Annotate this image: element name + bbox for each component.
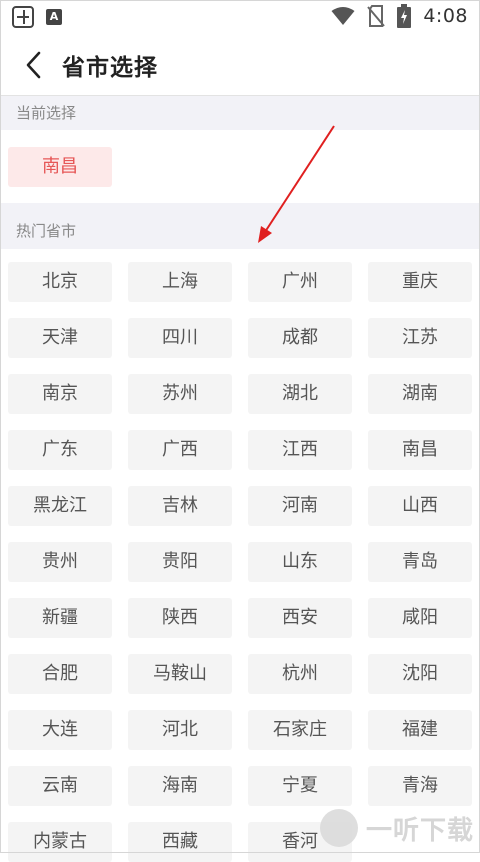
header: 省市选择 xyxy=(0,34,480,96)
battery-charging-icon xyxy=(397,4,412,28)
city-chip[interactable]: 山东 xyxy=(248,542,352,582)
hot-cities-grid: 北京 上海 广州 重庆 天津 四川 成都 江苏 南京 苏州 湖北 湖南 广东 广西 江西 南昌 黑龙江 吉林 河南山… xyxy=(8,262,474,862)
city-chip[interactable]: 北京 xyxy=(8,262,112,302)
back-button[interactable] xyxy=(18,48,52,82)
city-chip[interactable]: 云南 xyxy=(8,766,112,806)
chevron-left-icon xyxy=(26,51,41,79)
status-left-icons: A xyxy=(12,6,62,28)
city-chip[interactable]: 贵阳 xyxy=(128,542,232,582)
watermark-logo-icon xyxy=(319,809,358,847)
city-chip[interactable]: 青岛 xyxy=(368,542,472,582)
city-chip[interactable]: 河北 xyxy=(128,710,232,750)
city-chip[interactable]: 沈阳 xyxy=(368,654,472,694)
city-chip[interactable]: 江西 xyxy=(248,430,352,470)
city-chip[interactable]: 石家庄 xyxy=(248,710,352,750)
city-chip[interactable]: 广西 xyxy=(128,430,232,470)
city-chip[interactable]: 西安 xyxy=(248,598,352,638)
status-right-icons: 4:08 xyxy=(331,4,468,28)
city-chip[interactable]: 江苏 xyxy=(368,318,472,358)
city-chip[interactable]: 南昌 xyxy=(368,430,472,470)
watermark-text: 一听下载 xyxy=(365,815,474,846)
city-chip[interactable]: 上海 xyxy=(128,262,232,302)
city-chip[interactable]: 天津 xyxy=(8,318,112,358)
city-chip[interactable]: 湖北 xyxy=(248,374,352,414)
city-chip[interactable]: 福建 xyxy=(368,710,472,750)
page-title: 省市选择 xyxy=(62,55,158,81)
city-chip[interactable]: 湖南 xyxy=(368,374,472,414)
city-chip[interactable]: 宁夏 xyxy=(248,766,352,806)
status-bar: A 4:08 xyxy=(0,0,480,34)
city-chip[interactable]: 河南 xyxy=(248,486,352,526)
city-chip[interactable]: 广东 xyxy=(8,430,112,470)
status-time: 4:08 xyxy=(423,5,468,27)
city-chip[interactable]: 西藏 xyxy=(128,822,232,862)
city-chip[interactable]: 新疆 xyxy=(8,598,112,638)
city-chip[interactable]: 广州 xyxy=(248,262,352,302)
city-chip[interactable]: 黑龙江 xyxy=(8,486,112,526)
hot-cities-label: 热门省市 xyxy=(0,203,480,249)
city-chip[interactable]: 马鞍山 xyxy=(128,654,232,694)
wifi-icon xyxy=(331,7,355,25)
city-chip[interactable]: 四川 xyxy=(128,318,232,358)
no-sim-icon xyxy=(367,5,386,27)
current-selection-label: 当前选择 xyxy=(0,96,480,130)
city-chip[interactable]: 大连 xyxy=(8,710,112,750)
city-chip[interactable]: 吉林 xyxy=(128,486,232,526)
city-chip[interactable]: 山西 xyxy=(368,486,472,526)
city-chip[interactable]: 青海 xyxy=(368,766,472,806)
current-selection-row: 南昌 xyxy=(0,130,480,203)
city-chip[interactable]: 杭州 xyxy=(248,654,352,694)
app-icon xyxy=(12,6,34,28)
city-chip[interactable]: 苏州 xyxy=(128,374,232,414)
city-chip[interactable]: 贵州 xyxy=(8,542,112,582)
city-chip[interactable]: 内蒙古 xyxy=(8,822,112,862)
city-chip[interactable]: 陕西 xyxy=(128,598,232,638)
city-chip[interactable]: 合肥 xyxy=(8,654,112,694)
city-chip[interactable]: 南京 xyxy=(8,374,112,414)
city-chip[interactable]: 重庆 xyxy=(368,262,472,302)
a-icon: A xyxy=(46,9,62,25)
city-chip[interactable]: 成都 xyxy=(248,318,352,358)
city-chip[interactable]: 咸阳 xyxy=(368,598,472,638)
watermark: 一听下载 xyxy=(319,807,474,849)
city-chip[interactable]: 海南 xyxy=(128,766,232,806)
current-city-chip[interactable]: 南昌 xyxy=(8,147,112,187)
